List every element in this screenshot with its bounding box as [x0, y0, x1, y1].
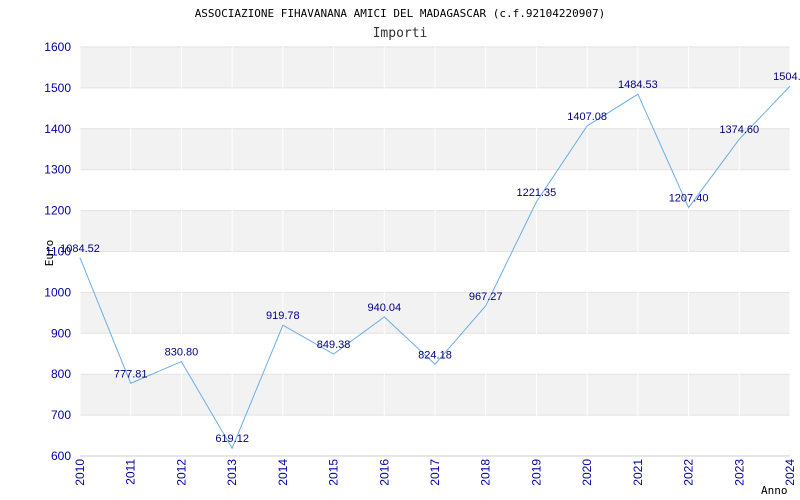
- y-tick-label: 1400: [44, 122, 71, 136]
- data-label: 1084.52: [60, 243, 100, 255]
- x-tick-label: 2016: [377, 459, 391, 486]
- data-label: 1504.4: [773, 71, 800, 83]
- data-label: 830.80: [165, 347, 199, 359]
- data-label: 1221.35: [517, 187, 557, 199]
- y-tick-label: 1200: [44, 204, 71, 218]
- y-tick-label: 800: [51, 367, 71, 381]
- x-tick-label: 2020: [580, 459, 594, 486]
- x-tick-label: 2022: [682, 459, 696, 486]
- data-label: 619.12: [215, 433, 249, 445]
- y-tick-label: 700: [51, 408, 71, 422]
- data-label: 824.18: [418, 349, 452, 361]
- chart-subtitle: Importi: [373, 26, 428, 41]
- x-tick-label: 2013: [225, 459, 239, 486]
- x-tick-label: 2011: [124, 459, 138, 485]
- x-tick-label: 2012: [174, 459, 188, 486]
- x-tick-label: 2018: [479, 459, 493, 486]
- data-label: 1484.53: [618, 79, 658, 91]
- x-tick-label: 2021: [631, 459, 645, 486]
- data-label: 777.81: [114, 368, 148, 380]
- x-tick-label: 2010: [73, 459, 87, 486]
- data-label: 1207.40: [669, 193, 709, 205]
- x-axis-label: Anno: [761, 484, 788, 497]
- x-tick-label: 2019: [529, 459, 543, 486]
- data-label: 1374.60: [719, 124, 759, 136]
- y-tick-label: 1300: [44, 163, 71, 177]
- x-tick-label: 2015: [327, 459, 341, 486]
- line-chart: 6007008009001000110012001300140015001600…: [43, 7, 800, 497]
- x-tick-label: 2024: [783, 459, 797, 486]
- x-tick-label: 2017: [428, 459, 442, 486]
- y-tick-label: 900: [51, 326, 71, 340]
- x-tick-label: 2014: [276, 459, 290, 486]
- y-tick-label: 1000: [44, 285, 71, 299]
- x-tick-labels: 2010 2011 2012 2013 2014 2015 2016 2017 2018 2019…: [73, 459, 797, 486]
- data-label: 1407.08: [567, 111, 607, 123]
- chart-title: ASSOCIAZIONE FIHAVANANA AMICI DEL MADAGA…: [195, 7, 606, 20]
- data-label: 919.78: [266, 310, 300, 322]
- x-tick-label: 2023: [732, 459, 746, 486]
- y-axis-label: Euro: [43, 240, 56, 267]
- y-tick-label: 600: [51, 449, 71, 463]
- y-tick-label: 1500: [44, 81, 71, 95]
- data-label: 940.04: [367, 302, 401, 314]
- data-label: 967.27: [469, 291, 503, 303]
- data-label: 849.38: [317, 339, 351, 351]
- y-tick-label: 1600: [44, 40, 71, 54]
